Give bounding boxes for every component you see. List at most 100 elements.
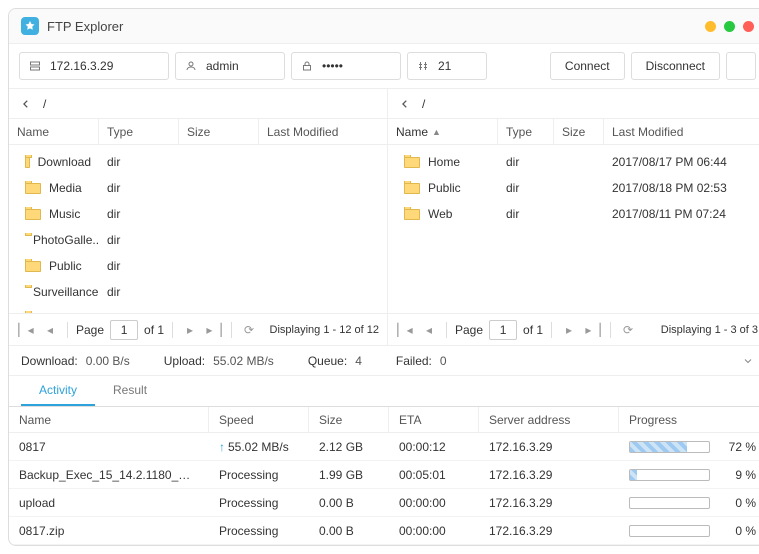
minimize-button[interactable]: [705, 21, 716, 32]
folder-icon: [25, 183, 41, 194]
qcol-name[interactable]: Name: [9, 407, 209, 432]
folder-icon: [25, 209, 41, 220]
disconnect-button[interactable]: Disconnect: [631, 52, 720, 80]
progress-percent: 0 %: [718, 496, 756, 510]
maximize-button[interactable]: [724, 21, 735, 32]
download-label: Download:: [21, 354, 78, 368]
close-button[interactable]: [743, 21, 754, 32]
file-type: dir: [99, 285, 179, 299]
col-name[interactable]: Name: [9, 119, 99, 144]
port-field[interactable]: 21: [407, 52, 487, 80]
file-modified: 2017/08/11 PM 07:24: [604, 207, 759, 221]
collapse-stats-button[interactable]: [742, 355, 754, 367]
app-title: FTP Explorer: [47, 19, 123, 34]
file-panes: / Name Type Size Last Modified Download …: [9, 89, 759, 346]
pager-page-input[interactable]: [110, 320, 138, 340]
queue-progress: 9 %: [619, 468, 759, 482]
remote-path[interactable]: /: [422, 97, 425, 111]
app-window: FTP Explorer 172.16.3.29 admin ••••• 21 …: [8, 8, 759, 546]
queue-name: 0817.zip: [9, 524, 209, 538]
pager-refresh-button[interactable]: ⟳: [240, 321, 258, 339]
local-file-list[interactable]: Download dir Media dir Music dir PhotoGa…: [9, 145, 387, 313]
file-row[interactable]: Media dir: [9, 175, 387, 201]
queue-row[interactable]: Backup_Exec_15_14.2.1180_MultiPlatf... P…: [9, 461, 759, 489]
remote-pager: ▏◂ ◂ Page of 1 ▸ ▸▕ ⟳ Displaying 1 - 3 o…: [388, 313, 759, 345]
pager-prev-button[interactable]: ◂: [41, 321, 59, 339]
col-name[interactable]: Name▲: [388, 119, 498, 144]
queue-progress: 0 %: [619, 524, 759, 538]
col-modified[interactable]: Last Modified: [259, 119, 387, 144]
progress-bar: [629, 525, 710, 537]
folder-icon: [25, 313, 41, 314]
file-row[interactable]: Home dir 2017/08/17 PM 06:44: [388, 149, 759, 175]
file-row[interactable]: Web dir 2017/08/11 PM 07:24: [388, 201, 759, 227]
pager-first-button[interactable]: ▏◂: [396, 321, 414, 339]
qcol-eta[interactable]: ETA: [389, 407, 479, 432]
pager-page-input[interactable]: [489, 320, 517, 340]
queue-size: 0.00 B: [309, 524, 389, 538]
local-pager: ▏◂ ◂ Page of 1 ▸ ▸▕ ⟳ Displaying 1 - 12 …: [9, 313, 387, 345]
file-row[interactable]: Download dir: [9, 149, 387, 175]
progress-bar: [629, 497, 710, 509]
queue-size: 2.12 GB: [309, 440, 389, 454]
pager-last-button[interactable]: ▸▕: [205, 321, 223, 339]
queue-speed: Processing: [209, 524, 309, 538]
file-type: dir: [99, 233, 179, 247]
file-name: PhotoGalle...: [33, 233, 99, 247]
col-modified[interactable]: Last Modified: [604, 119, 759, 144]
col-size[interactable]: Size: [554, 119, 604, 144]
folder-icon: [404, 209, 420, 220]
queue-row[interactable]: 0817 ↑55.02 MB/s 2.12 GB 00:00:12 172.16…: [9, 433, 759, 461]
file-type: dir: [99, 207, 179, 221]
file-type: dir: [498, 181, 554, 195]
queue-row[interactable]: 0817.zip Processing 0.00 B 00:00:00 172.…: [9, 517, 759, 545]
settings-button[interactable]: [726, 52, 756, 80]
col-type[interactable]: Type: [498, 119, 554, 144]
qcol-size[interactable]: Size: [309, 407, 389, 432]
queue-row[interactable]: upload Processing 0.00 B 00:00:00 172.16…: [9, 489, 759, 517]
user-icon: [184, 60, 198, 72]
file-row[interactable]: Public dir 2017/08/18 PM 02:53: [388, 175, 759, 201]
pager-last-button[interactable]: ▸▕: [584, 321, 602, 339]
file-type: dir: [498, 207, 554, 221]
qcol-speed[interactable]: Speed: [209, 407, 309, 432]
local-back-button[interactable]: [19, 97, 33, 111]
transfer-stats: Download: 0.00 B/s Upload: 55.02 MB/s Qu…: [9, 346, 759, 376]
pager-label: Page: [76, 323, 104, 337]
remote-back-button[interactable]: [398, 97, 412, 111]
local-pane: / Name Type Size Last Modified Download …: [9, 89, 388, 345]
local-path[interactable]: /: [43, 97, 46, 111]
file-name: Media: [49, 181, 82, 195]
connect-button[interactable]: Connect: [550, 52, 625, 80]
local-columns: Name Type Size Last Modified: [9, 119, 387, 145]
pager-next-button[interactable]: ▸: [181, 321, 199, 339]
col-size[interactable]: Size: [179, 119, 259, 144]
file-row[interactable]: Public dir: [9, 253, 387, 279]
tab-activity[interactable]: Activity: [21, 376, 95, 406]
app-logo-icon: [21, 17, 39, 35]
qcol-server[interactable]: Server address: [479, 407, 619, 432]
col-type[interactable]: Type: [99, 119, 179, 144]
file-row[interactable]: Music dir: [9, 201, 387, 227]
password-field[interactable]: •••••: [291, 52, 401, 80]
pager-refresh-button[interactable]: ⟳: [619, 321, 637, 339]
folder-icon: [404, 183, 420, 194]
pager-first-button[interactable]: ▏◂: [17, 321, 35, 339]
progress-percent: 9 %: [718, 468, 756, 482]
folder-icon: [25, 157, 30, 168]
remote-file-list[interactable]: Home dir 2017/08/17 PM 06:44 Public dir …: [388, 145, 759, 313]
upload-label: Upload:: [164, 354, 205, 368]
file-row[interactable]: SVN dir: [9, 305, 387, 313]
host-field[interactable]: 172.16.3.29: [19, 52, 169, 80]
tab-result[interactable]: Result: [95, 376, 165, 406]
file-row[interactable]: PhotoGalle... dir: [9, 227, 387, 253]
user-field[interactable]: admin: [175, 52, 285, 80]
port-icon: [416, 60, 430, 72]
queue-columns: Name Speed Size ETA Server address Progr…: [9, 407, 759, 433]
pager-next-button[interactable]: ▸: [560, 321, 578, 339]
failed-value: 0: [440, 354, 447, 368]
file-row[interactable]: Surveillance dir: [9, 279, 387, 305]
qcol-progress[interactable]: Progress: [619, 407, 759, 432]
queue-list: 0817 ↑55.02 MB/s 2.12 GB 00:00:12 172.16…: [9, 433, 759, 545]
pager-prev-button[interactable]: ◂: [420, 321, 438, 339]
